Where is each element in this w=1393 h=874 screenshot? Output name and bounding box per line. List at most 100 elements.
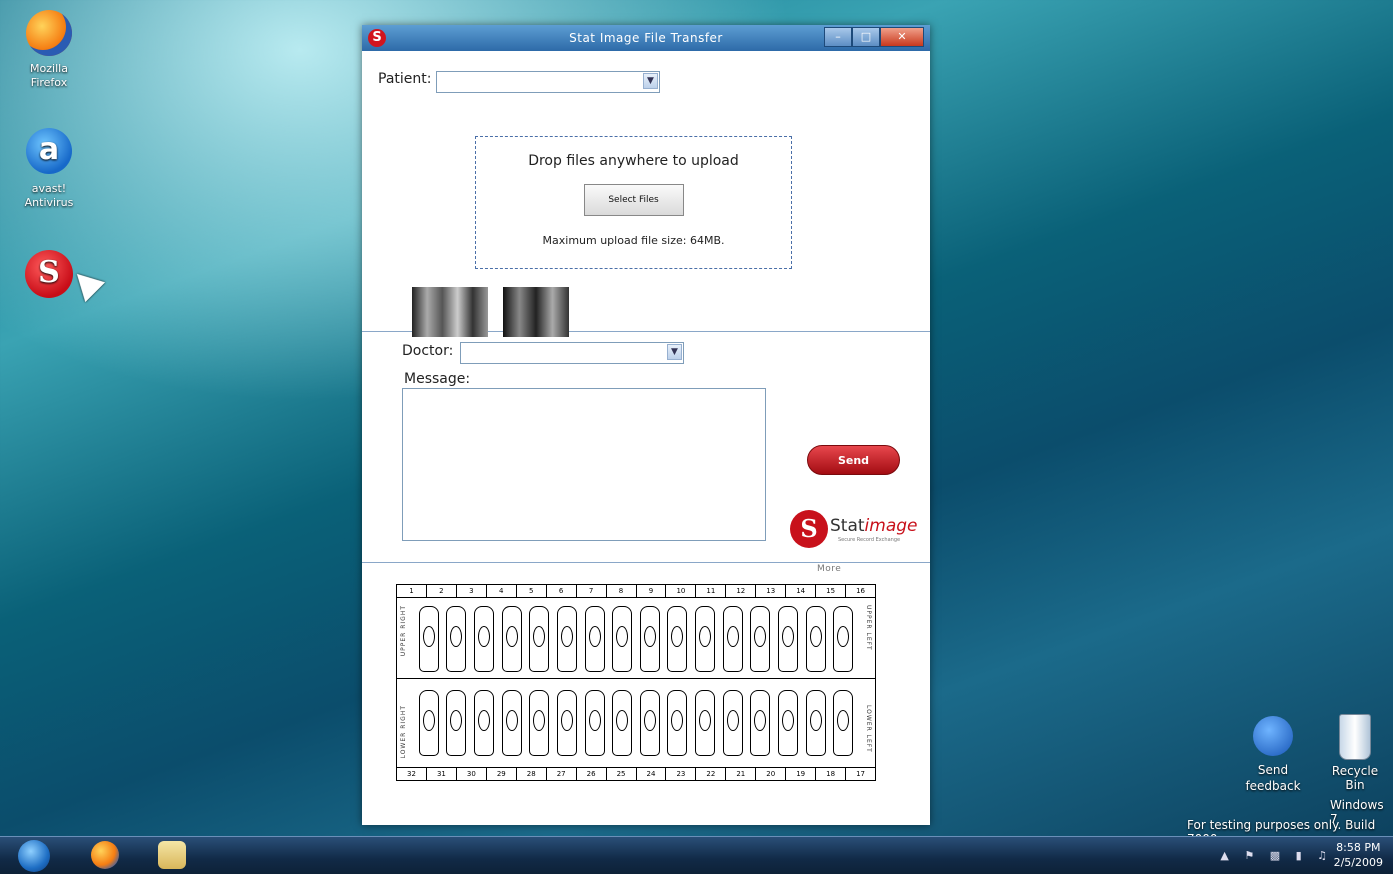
lower-right-label: LOWER RIGHT: [400, 705, 407, 759]
message-textarea[interactable]: [402, 388, 766, 541]
more-link[interactable]: More: [817, 564, 841, 574]
tooth-icon[interactable]: [556, 605, 577, 672]
lower-left-label: LOWER LEFT: [865, 705, 872, 753]
tooth-number: 6: [547, 585, 577, 597]
statimage-icon: S: [25, 250, 73, 298]
taskbar-firefox-icon[interactable]: [91, 841, 119, 869]
tooth-icon[interactable]: [529, 605, 550, 672]
tooth-number: 32: [397, 768, 427, 780]
tooth-icon[interactable]: [446, 605, 467, 672]
tooth-icon[interactable]: [805, 689, 826, 756]
chevron-down-icon[interactable]: ▼: [643, 73, 658, 89]
tooth-icon[interactable]: [695, 689, 716, 756]
tooth-number: 15: [816, 585, 847, 597]
tooth-number: 2: [427, 585, 457, 597]
tooth-number: 17: [856, 770, 865, 778]
tooth-number: 24: [637, 768, 667, 780]
xray-thumbnail-2[interactable]: [503, 287, 569, 337]
drop-zone-title: Drop files anywhere to upload: [528, 153, 739, 169]
tooth-icon[interactable]: [584, 689, 605, 756]
upload-section: Patient: ▼ Drop files anywhere to upload…: [362, 51, 930, 337]
tooth-icon[interactable]: [833, 689, 854, 756]
send-feedback-label: Send feedback: [1245, 763, 1301, 793]
tooth-number: 5: [517, 585, 547, 597]
tooth-icon[interactable]: [474, 605, 495, 672]
desktop-icon-label: Mozilla Firefox: [30, 62, 68, 89]
chart-midline: [397, 678, 875, 679]
tooth-icon[interactable]: [474, 689, 495, 756]
patient-label: Patient:: [378, 71, 432, 87]
maximize-button[interactable]: □: [852, 27, 880, 47]
tooth-number: 25: [607, 768, 637, 780]
minimize-button[interactable]: –: [824, 27, 852, 47]
tooth-icon[interactable]: [418, 605, 439, 672]
tooth-icon[interactable]: [501, 605, 522, 672]
recycle-bin-icon: [1339, 714, 1371, 760]
desktop-icon-send-feedback[interactable]: Send feedback: [1240, 716, 1306, 794]
tooth-number: 28: [517, 768, 547, 780]
clock[interactable]: 8:58 PM 2/5/2009: [1334, 840, 1383, 870]
tooth-icon[interactable]: [501, 689, 522, 756]
tooth-chart: 1 2 3 4 5 6 7 8 9 10 11 12 13 14 15 16 32 31 30 29 28 27 26 25…: [396, 584, 876, 781]
patient-select[interactable]: ▼: [436, 71, 660, 93]
tooth-icon[interactable]: [418, 689, 439, 756]
tooth-number: 3: [457, 585, 487, 597]
tooth-number: 27: [547, 768, 577, 780]
tooth-number: 12: [726, 585, 757, 597]
tooth-number: 21: [726, 768, 757, 780]
brand-name-part1: Stat: [830, 516, 865, 536]
tooth-icon[interactable]: [750, 689, 771, 756]
tooth-number: 7: [577, 585, 607, 597]
tooth-icon[interactable]: [584, 605, 605, 672]
tooth-icon[interactable]: [612, 605, 633, 672]
brand-name-part2: image: [864, 516, 918, 536]
doctor-select[interactable]: ▼: [460, 342, 684, 364]
tooth-icon[interactable]: [722, 689, 743, 756]
tooth-number: 4: [487, 585, 517, 597]
chevron-down-icon[interactable]: ▼: [667, 344, 682, 360]
taskbar: ▲ ⚑ ▩ ▮ ♫ 8:58 PM 2/5/2009: [0, 836, 1393, 874]
title-bar[interactable]: S Stat Image File Transfer – □ ✕: [362, 25, 930, 51]
upper-teeth-row: [415, 601, 857, 676]
stat-image-window: S Stat Image File Transfer – □ ✕ Patient…: [362, 25, 930, 825]
close-button[interactable]: ✕: [880, 27, 924, 47]
drop-zone[interactable]: Drop files anywhere to upload Select Fil…: [475, 136, 792, 269]
taskbar-explorer-icon[interactable]: [158, 841, 186, 869]
tooth-icon[interactable]: [556, 689, 577, 756]
tooth-icon[interactable]: [667, 689, 688, 756]
tooth-icon[interactable]: [446, 689, 467, 756]
tooth-number: 26: [577, 768, 607, 780]
upper-tooth-numbers: 1 2 3 4 5 6 7 8 9 10 11 12 13 14 15 16: [397, 585, 875, 598]
desktop-icon-recycle-bin[interactable]: Recycle Bin: [1325, 714, 1385, 792]
tooth-number: 19: [786, 768, 817, 780]
tooth-number: 18: [816, 768, 847, 780]
system-tray[interactable]: ▲ ⚑ ▩ ▮ ♫: [1220, 849, 1333, 862]
tooth-number: 9: [637, 585, 667, 597]
tooth-icon[interactable]: [777, 689, 798, 756]
tooth-icon[interactable]: [529, 689, 550, 756]
tooth-icon[interactable]: [667, 605, 688, 672]
message-section: Doctor: ▼ Message: Send S Statimage Secu…: [362, 332, 930, 563]
tooth-icon[interactable]: [639, 689, 660, 756]
tooth-icon[interactable]: [695, 605, 716, 672]
tooth-icon[interactable]: [722, 605, 743, 672]
desktop-icon-firefox[interactable]: Mozilla Firefox: [14, 10, 84, 90]
tooth-number: 29: [487, 768, 517, 780]
desktop-icon-label: avast! Antivirus: [24, 182, 74, 209]
send-button[interactable]: Send: [807, 445, 900, 475]
tooth-number: 10: [666, 585, 697, 597]
upper-right-label: UPPER RIGHT: [400, 605, 407, 657]
tooth-icon[interactable]: [777, 605, 798, 672]
tooth-icon[interactable]: [612, 689, 633, 756]
desktop-icon-avast[interactable]: a avast! Antivirus: [14, 128, 84, 210]
brand-tagline: Secure Record Exchange: [838, 537, 901, 543]
tooth-number: 20: [756, 768, 787, 780]
xray-thumbnail-1[interactable]: [412, 287, 488, 337]
tooth-icon[interactable]: [639, 605, 660, 672]
tooth-number: 23: [666, 768, 697, 780]
tooth-icon[interactable]: [833, 605, 854, 672]
tooth-icon[interactable]: [750, 605, 771, 672]
select-files-button[interactable]: Select Files: [583, 184, 684, 216]
tooth-icon[interactable]: [805, 605, 826, 672]
start-button[interactable]: [18, 840, 50, 872]
